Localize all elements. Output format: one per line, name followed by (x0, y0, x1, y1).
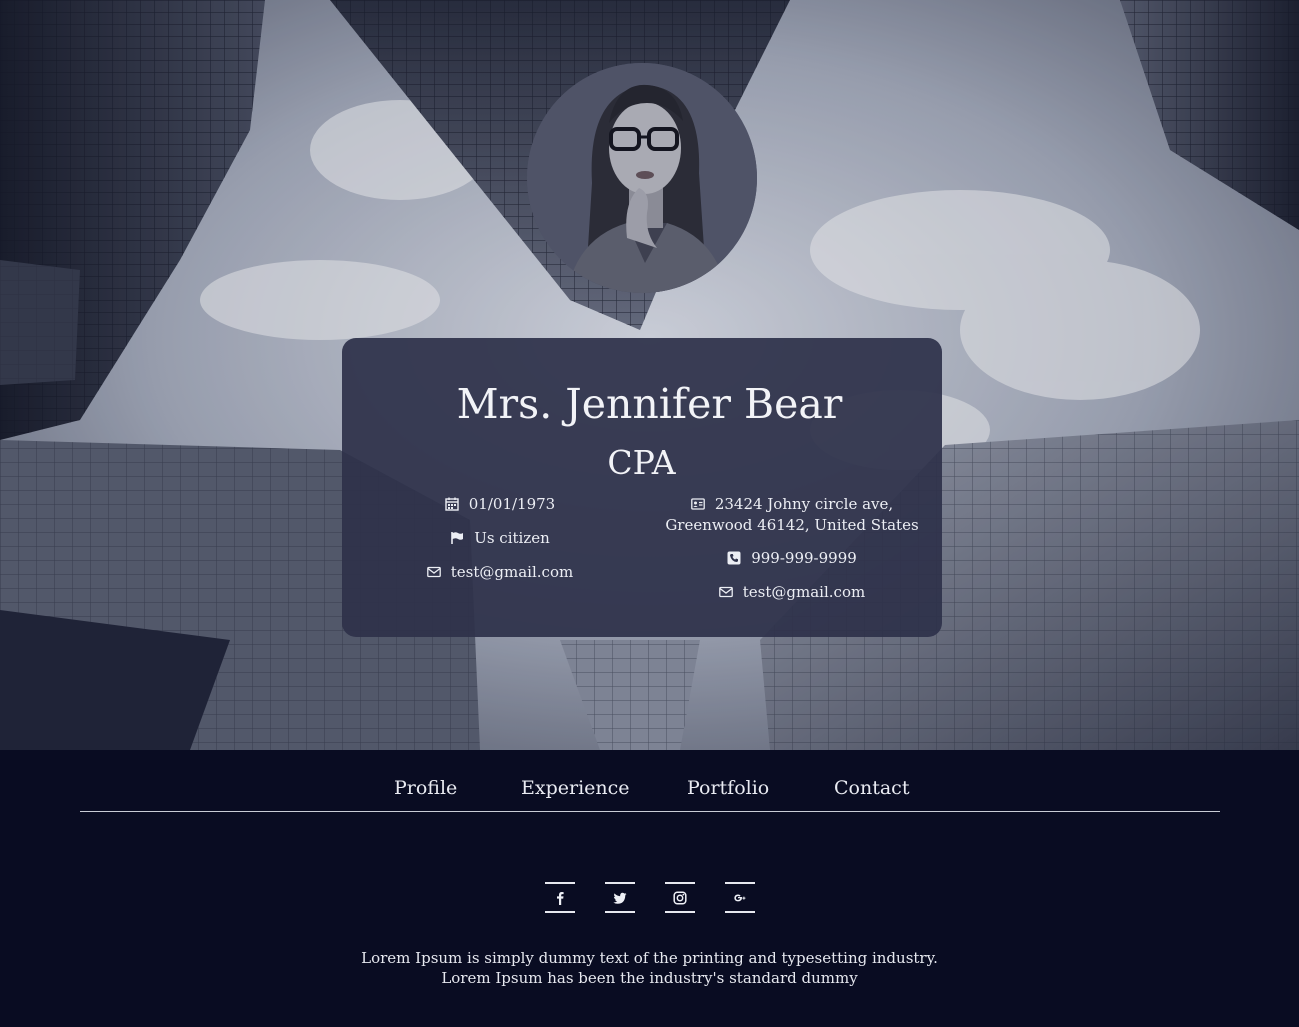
facebook-link[interactable] (545, 882, 575, 913)
nav-experience[interactable]: Experience (521, 776, 630, 800)
phone-icon (727, 551, 741, 565)
profile-title: CPA (607, 443, 676, 482)
nav-contact[interactable]: Contact (834, 776, 909, 800)
envelope-icon (426, 565, 441, 579)
address-line2: Greenwood 46142, United States (665, 516, 919, 534)
info-citizenship: Us citizen (400, 528, 600, 549)
google-plus-link[interactable] (725, 882, 755, 913)
phone-value[interactable]: 999-999-9999 (751, 549, 857, 567)
citizenship-value: Us citizen (474, 529, 550, 547)
footer-line-2: Lorem Ipsum has been the industry's stan… (441, 969, 858, 987)
dob-value: 01/01/1973 (468, 495, 556, 513)
footer-line-1: Lorem Ipsum is simply dummy text of the … (361, 949, 938, 967)
flag-icon (450, 531, 464, 545)
info-dob: 01/01/1973 (400, 494, 600, 515)
address-line1: 23424 Johny circle ave, (714, 495, 894, 513)
info-email-left[interactable]: test@gmail.com (400, 562, 600, 583)
info-email-right[interactable]: test@gmail.com (662, 582, 922, 603)
footer-text: Lorem Ipsum is simply dummy text of the … (0, 948, 1299, 988)
hero-banner (0, 0, 1299, 750)
instagram-icon (673, 891, 687, 905)
portrait-image (527, 63, 757, 293)
email-value-right[interactable]: test@gmail.com (743, 583, 865, 601)
twitter-link[interactable] (605, 882, 635, 913)
twitter-icon (613, 892, 627, 904)
calendar-icon (445, 497, 459, 511)
email-value-left[interactable]: test@gmail.com (451, 563, 573, 581)
profile-name: Mrs. Jennifer Bear (456, 380, 843, 428)
facebook-icon (557, 892, 564, 905)
info-phone[interactable]: 999-999-9999 (662, 548, 922, 569)
profile-avatar (527, 63, 757, 293)
nav-portfolio[interactable]: Portfolio (687, 776, 769, 800)
envelope-icon (718, 585, 733, 599)
info-address: 23424 Johny circle ave, Greenwood 46142,… (662, 494, 922, 536)
nav-profile[interactable]: Profile (394, 776, 457, 800)
google-plus-icon (734, 894, 746, 902)
main-nav: Profile Experience Portfolio Contact (80, 770, 1220, 812)
instagram-link[interactable] (665, 882, 695, 913)
id-card-icon (690, 497, 705, 511)
